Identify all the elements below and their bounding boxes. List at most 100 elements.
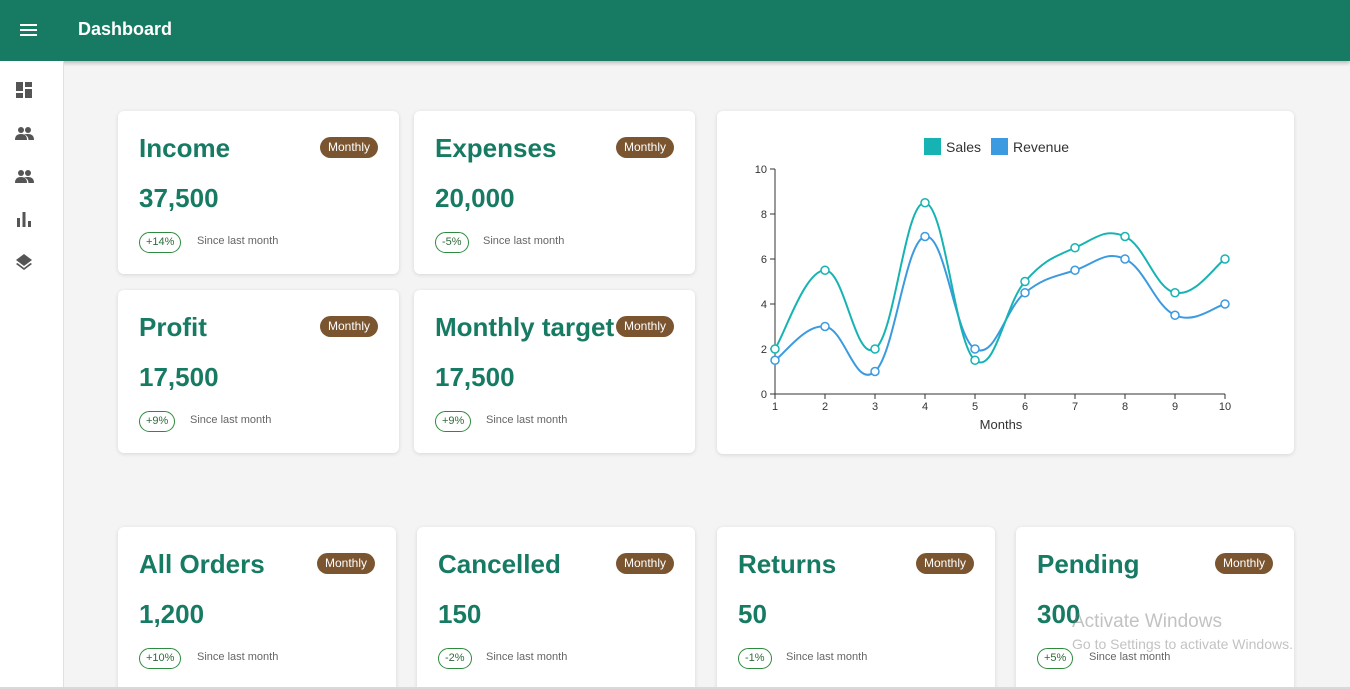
since-label: Since last month — [1089, 651, 1171, 663]
page-title: Dashboard — [78, 19, 173, 39]
period-badge[interactable]: Monthly — [316, 553, 375, 574]
profit-card: Profit Monthly 17,500 +9% Since last mon… — [118, 290, 399, 453]
card-title: Returns — [738, 549, 837, 579]
change-badge: -2% — [438, 648, 472, 669]
period-badge[interactable]: Monthly — [615, 137, 674, 158]
bar-chart-icon — [17, 212, 31, 227]
y-tick-label: 6 — [761, 254, 767, 266]
since-label: Since last month — [483, 235, 565, 247]
since-label: Since last month — [786, 651, 868, 663]
menu-icon[interactable] — [14, 18, 42, 44]
period-badge[interactable]: Monthly — [915, 553, 974, 574]
layers-icon — [16, 254, 32, 270]
legend-swatch-sales — [924, 138, 941, 155]
x-tick-label: 8 — [1122, 401, 1128, 413]
data-point-revenue — [1020, 288, 1030, 298]
data-point-revenue — [770, 355, 780, 365]
data-point-sales — [1070, 243, 1080, 253]
card-value: 1,200 — [139, 599, 205, 629]
card-value: 17,500 — [139, 362, 219, 392]
data-point-sales — [870, 344, 880, 354]
since-label: Since last month — [197, 235, 279, 247]
change-badge: -5% — [435, 232, 469, 253]
sidebar-item-customers[interactable] — [13, 165, 35, 187]
x-tick-label: 6 — [1022, 401, 1028, 413]
data-point-revenue — [920, 231, 930, 242]
since-label: Since last month — [197, 651, 279, 663]
card-title: Income — [139, 133, 231, 163]
period-badge[interactable]: Monthly — [319, 137, 378, 158]
people-icon — [15, 127, 34, 140]
card-value: 20,000 — [435, 183, 515, 213]
data-point-sales — [1120, 231, 1130, 242]
sidebar-item-dashboard[interactable] — [13, 79, 35, 101]
returns-card: Returns Monthly 50 -1% Since last month — [717, 527, 995, 689]
dashboard-icon — [16, 82, 32, 98]
card-title: Cancelled — [438, 549, 561, 579]
card-title: Pending — [1037, 549, 1140, 579]
change-badge: +14% — [139, 232, 182, 253]
monthly-target-card: Monthly target Monthly 17,500 +9% Since … — [414, 290, 695, 453]
sidebar — [0, 61, 64, 689]
x-tick-label: 1 — [772, 401, 778, 413]
cancelled-card: Cancelled Monthly 150 -2% Since last mon… — [417, 527, 695, 689]
app-header: Dashboard — [0, 0, 1350, 61]
series-line-sales — [774, 201, 1226, 364]
y-tick-label: 8 — [761, 209, 767, 221]
sales-revenue-chart: 0 2 4 6 8 10 1 2 3 4 5 6 7 8 9 10 Months Sales Revenue — [717, 111, 1294, 454]
x-tick-label: 2 — [822, 401, 828, 413]
card-value: 17,500 — [435, 362, 515, 392]
data-point-revenue — [1170, 310, 1180, 320]
x-tick-label: 9 — [1172, 401, 1178, 413]
line-chart: 02468101 2 3 4 5 6 7 8 9 10MonthsSales Revenue — [755, 138, 1231, 432]
data-point-revenue — [820, 321, 830, 332]
legend-label-sales: Sales — [946, 139, 981, 155]
change-badge: +5% — [1037, 648, 1074, 669]
card-value: 37,500 — [139, 183, 219, 213]
y-tick-label: 4 — [761, 299, 767, 311]
data-point-sales — [770, 344, 780, 354]
sidebar-item-users[interactable] — [13, 122, 35, 144]
x-tick-label: 5 — [972, 401, 978, 413]
period-badge[interactable]: Monthly — [615, 316, 674, 337]
period-badge[interactable]: Monthly — [319, 316, 378, 337]
change-badge: +10% — [139, 648, 182, 669]
since-label: Since last month — [486, 651, 568, 663]
data-point-sales — [920, 198, 930, 208]
pending-card: Pending Monthly 300 +5% Since last month — [1016, 527, 1294, 689]
x-tick-label: 4 — [922, 401, 928, 413]
income-card: Income Monthly 37,500 +14% Since last mo… — [118, 111, 399, 274]
legend-swatch-revenue — [991, 138, 1008, 155]
period-badge[interactable]: Monthly — [615, 553, 674, 574]
x-tick-label: 10 — [1219, 401, 1231, 413]
since-label: Since last month — [190, 414, 272, 426]
y-tick-label: 2 — [761, 344, 767, 356]
change-badge: +9% — [435, 411, 472, 432]
data-point-sales — [970, 355, 980, 365]
data-point-revenue — [1220, 299, 1230, 309]
all-orders-card: All Orders Monthly 1,200 +10% Since last… — [118, 527, 396, 689]
data-point-sales — [820, 265, 830, 275]
card-title: Profit — [139, 312, 207, 342]
x-axis-label: Months — [980, 417, 1023, 432]
people-icon — [15, 170, 34, 183]
change-badge: +9% — [139, 411, 176, 432]
sidebar-item-reports[interactable] — [13, 208, 35, 230]
data-point-sales — [1020, 276, 1030, 287]
card-title: Monthly target — [435, 312, 615, 342]
data-point-revenue — [1120, 254, 1130, 264]
data-point-sales — [1220, 254, 1230, 264]
card-value: 50 — [738, 599, 767, 629]
activation-watermark-subtitle: Go to Settings to activate Windows. — [1072, 636, 1293, 652]
activation-watermark-title: Activate Windows — [1072, 611, 1222, 632]
card-title: All Orders — [139, 549, 265, 579]
expenses-card: Expenses Monthly 20,000 -5% Since last m… — [414, 111, 695, 274]
legend-label-revenue: Revenue — [1013, 139, 1069, 155]
data-point-revenue — [1070, 265, 1080, 275]
card-title: Expenses — [435, 133, 557, 163]
data-point-sales — [1170, 288, 1180, 298]
sidebar-item-layers[interactable] — [13, 251, 35, 273]
period-badge[interactable]: Monthly — [1214, 553, 1273, 574]
data-point-revenue — [870, 366, 880, 377]
since-label: Since last month — [486, 414, 568, 426]
